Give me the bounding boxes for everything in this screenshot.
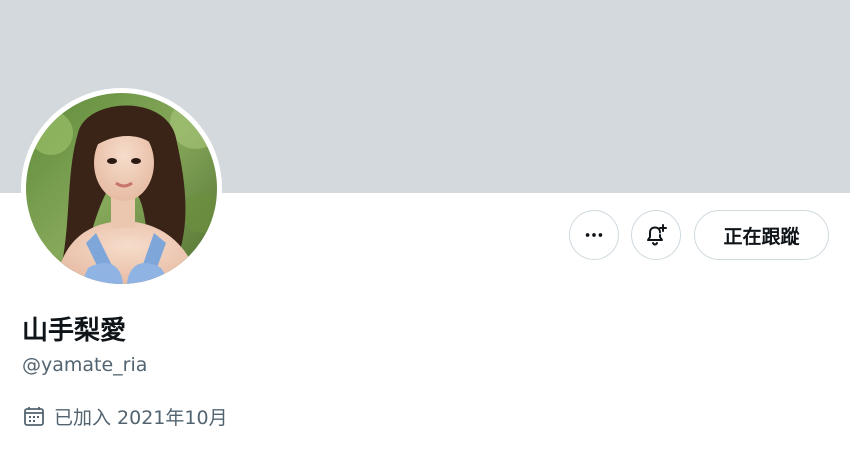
- following-label: 正在跟蹤: [723, 225, 800, 248]
- more-horizontal-icon: [585, 233, 603, 237]
- join-date-text: 已加入 2021年10月: [54, 406, 228, 429]
- notifications-button[interactable]: [631, 210, 681, 260]
- more-options-button[interactable]: [569, 210, 619, 260]
- display-name: 山手梨愛: [22, 316, 127, 346]
- user-handle: @yamate_ria: [22, 354, 148, 376]
- profile-page: 正在跟蹤 山手梨愛 @yamate_ria 已加入 2021年10月: [0, 0, 850, 450]
- bell-plus-icon: [647, 224, 667, 246]
- following-button[interactable]: 正在跟蹤: [694, 210, 829, 260]
- avatar-photo: [26, 93, 217, 284]
- calendar-icon: [22, 404, 46, 428]
- join-date: 已加入 2021年10月: [22, 402, 228, 430]
- avatar[interactable]: [26, 93, 217, 284]
